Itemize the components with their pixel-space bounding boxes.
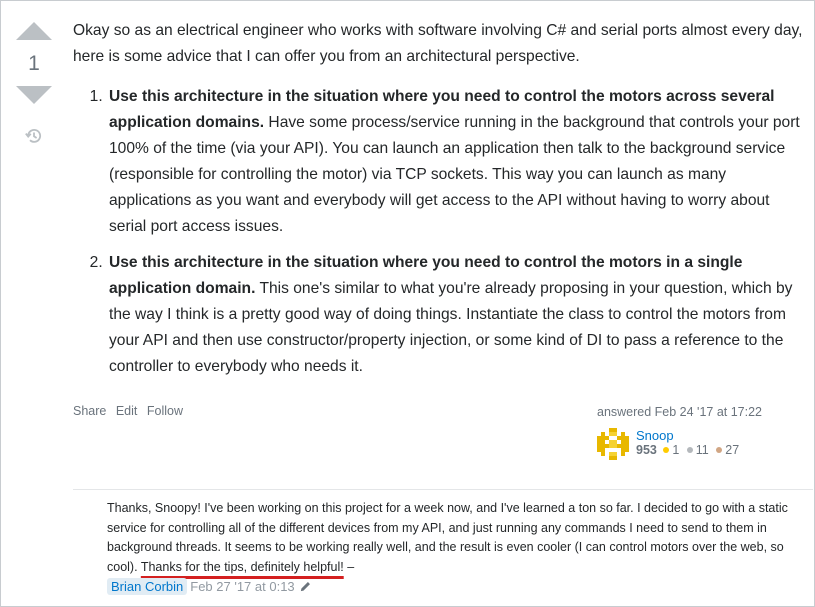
gold-badge-icon [663,447,670,453]
answer-body: Okay so as an electrical engineer who wo… [73,18,809,390]
edit-link[interactable]: Edit [116,404,138,418]
upvote-arrow-icon[interactable] [16,22,52,40]
user-stats: 953 1 11 27 [636,443,743,458]
history-icon[interactable] [24,126,44,146]
answer-intro: Okay so as an electrical engineer who wo… [73,22,803,65]
list-item-text: Have some process/service running in the… [109,114,800,235]
silver-badge-count: 11 [695,443,709,457]
vote-count: 1 [28,52,40,75]
comment-date[interactable]: Feb 27 '17 at 0:13 [190,579,294,594]
post-menu: Share Edit Follow [73,404,189,418]
gold-badge-count: 1 [672,443,680,457]
vote-cell: 1 [12,22,56,151]
edit-pencil-icon[interactable] [299,580,312,593]
user-details: Snoop 953 1 11 27 [636,428,743,460]
comments-section: Thanks, Snoopy! I've been working on thi… [73,489,813,598]
answer-list-item: Use this architecture in the situation w… [107,250,809,380]
bronze-badge-count: 27 [725,443,740,457]
bronze-badge-icon [716,447,723,453]
bronze-badge: 27 [716,443,739,457]
user-name-link[interactable]: Snoop [636,428,743,443]
answered-time: answered Feb 24 '17 at 17:22 [597,405,763,419]
user-card: Snoop 953 1 11 27 [597,428,807,460]
avatar[interactable] [597,428,629,460]
comment-dash: – [343,559,355,574]
comment-user-link[interactable]: Brian Corbin [107,578,188,595]
user-signature: answered Feb 24 '17 at 17:22 Snoop 953 1… [597,405,807,460]
comment: Thanks, Snoopy! I've been working on thi… [73,490,813,598]
downvote-arrow-icon[interactable] [16,86,52,104]
comment-highlight: Thanks for the tips, definitely helpful! [140,559,344,574]
share-link[interactable]: Share [73,404,106,418]
gold-badge: 1 [663,443,679,457]
answer-list-item: Use this architecture in the situation w… [107,84,809,240]
reputation-score: 953 [636,443,657,457]
silver-badge: 11 [686,443,709,457]
silver-badge-icon [686,447,693,453]
follow-link[interactable]: Follow [147,404,183,418]
answer-list: Use this architecture in the situation w… [73,84,809,380]
